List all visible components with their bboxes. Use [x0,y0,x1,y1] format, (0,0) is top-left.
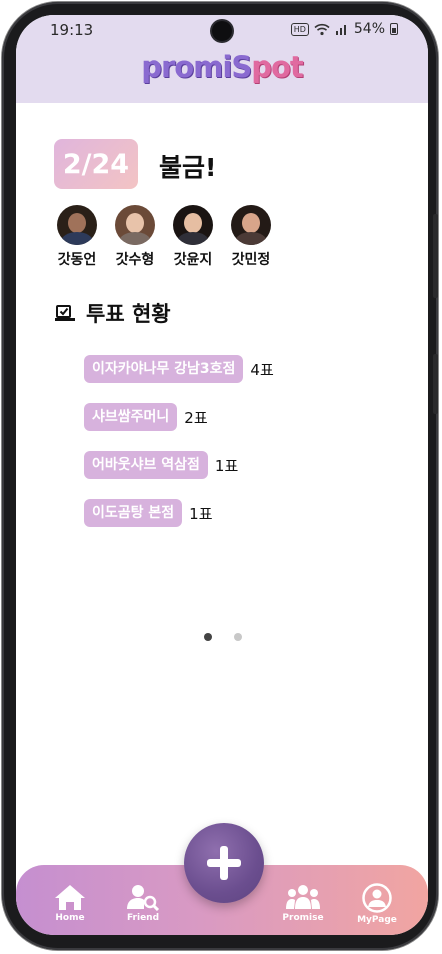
ballot-box-icon [55,305,75,321]
nav-mypage[interactable]: MyPage [342,883,412,925]
nav-mypage-label: MyPage [357,915,397,925]
add-promise-button[interactable] [184,823,264,903]
avatar [231,205,271,245]
vote-count: 1표 [214,456,239,475]
vote-section-header: 투표 현황 [54,298,171,328]
status-icons: HD 54% [290,21,398,37]
member-item[interactable]: 갓동언 [52,205,102,269]
avatar [115,205,155,245]
front-camera [212,21,232,41]
avatar-head [126,213,144,233]
status-time: 19:13 [50,21,94,39]
vote-section-title: 투표 현황 [86,302,171,326]
vote-count: 1표 [189,504,213,523]
signal-icon [335,25,346,35]
nav-promise-label: Promise [282,913,324,923]
nav-promise[interactable]: Promise [268,883,338,923]
logo-text-main: promiS [141,50,252,84]
vote-row[interactable]: 이도곰탕 본점 1표 [84,499,274,527]
vote-count: 2표 [184,408,208,427]
nav-friend-label: Friend [126,913,160,923]
avatar-body [61,232,93,245]
member-name: 갓동언 [57,252,97,268]
battery-percent: 54% [353,21,385,37]
phone-frame: 19:13 HD 54% promiSpot 2/24 불금! 갓동언 갓수형 … [2,2,438,950]
vote-place-chip[interactable]: 어바웃샤브 역삼점 [84,451,208,479]
page-indicator [204,633,242,641]
vote-place-chip[interactable]: 이자카야나무 강남3호점 [84,355,244,383]
vote-place-chip[interactable]: 샤브쌈주머니 [84,403,178,431]
app-logo: promiSpot [16,50,428,84]
member-item[interactable]: 갓수형 [110,205,160,269]
hd-icon: HD [290,22,309,36]
home-icon [55,885,85,910]
member-name: 갓민정 [231,252,271,268]
user-circle-icon [362,883,392,913]
member-name: 갓수형 [115,252,155,268]
group-icon [286,885,320,909]
vote-row[interactable]: 샤브쌈주머니 2표 [84,403,274,431]
vote-count: 4표 [250,360,274,379]
app-header: 19:13 HD 54% promiSpot [16,15,428,103]
vote-row[interactable]: 이자카야나무 강남3호점 4표 [84,355,274,383]
avatar-body [119,232,151,245]
avatar-body [177,232,209,245]
avatar [57,205,97,245]
volume-button [433,214,438,298]
avatar-head [68,213,86,233]
vote-row[interactable]: 어바웃샤브 역삼점 1표 [84,451,274,479]
avatar-head [242,213,260,233]
battery-icon [390,23,398,35]
nav-home-label: Home [55,913,85,923]
app-screen: 19:13 HD 54% promiSpot 2/24 불금! 갓동언 갓수형 … [16,15,428,935]
avatar [173,205,213,245]
vote-list: 이자카야나무 강남3호점 4표 샤브쌈주머니 2표 어바웃샤브 역삼점 1표 이… [84,355,274,547]
wifi-icon [314,23,330,35]
power-button [433,354,438,414]
page-dot-active[interactable] [204,633,212,641]
friend-search-icon [127,885,160,911]
logo-text-accent: pot [251,50,304,84]
promise-date-badge: 2/24 [54,139,138,189]
member-item[interactable]: 갓윤지 [168,205,218,269]
nav-home[interactable]: Home [35,883,105,923]
vote-place-chip[interactable]: 이도곰탕 본점 [84,499,183,527]
plus-icon [207,846,241,880]
nav-friend[interactable]: Friend [108,883,178,923]
promise-title: 불금! [159,153,217,182]
avatar-head [184,213,202,233]
page-dot[interactable] [234,633,242,641]
member-list: 갓동언 갓수형 갓윤지 갓민정 [52,205,276,269]
avatar-body [235,232,267,245]
member-item[interactable]: 갓민정 [226,205,276,269]
member-name: 갓윤지 [173,252,213,268]
